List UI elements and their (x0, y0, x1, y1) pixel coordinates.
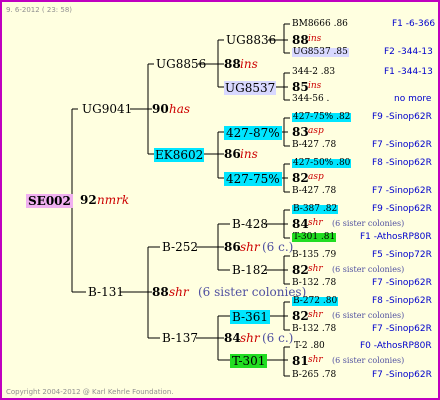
g5-1-breed: ins (308, 34, 322, 44)
sire-year: 90 (152, 102, 169, 116)
g5-4a-id: 427-50% .80 (292, 158, 352, 168)
g5-4-breed: asp (308, 172, 324, 182)
g4-5-id: B-428 (232, 217, 268, 231)
g5-5-code: F9 -Sinop62R (372, 204, 432, 214)
g5-1-year: 88 (292, 33, 309, 47)
g5-3b-id: B-427 .78 (292, 140, 337, 150)
g3-d-id: B-137 (162, 331, 198, 345)
g3-c-sisters: (6 c.) (262, 240, 294, 254)
g4-1-id: UG8836 (226, 33, 277, 47)
g5-8b-id: B-265 .78 (292, 370, 337, 380)
g3-b-year: 86 (224, 147, 241, 161)
g3-c-id: B-252 (162, 240, 198, 254)
g5-5-breed: shr (308, 218, 323, 228)
g5-4-year: 82 (292, 171, 309, 185)
dam-id: B-131 (88, 285, 124, 299)
g5-1b-code: F2 -344-13 (384, 47, 433, 57)
g5-6a-id: B-135 .79 (292, 250, 337, 260)
g5-4b-id: B-427 .78 (292, 186, 337, 196)
g3-c-breed: shr (240, 240, 260, 254)
g5-1b-id: UG8537 .85 (292, 47, 349, 57)
g5-8-breed: shr (308, 355, 323, 365)
g5-1-code: F1 -6-366 (392, 19, 436, 29)
dam-year: 88 (152, 285, 169, 299)
g5-3-code: F9 -Sinop62R (372, 112, 432, 122)
g3-a-id: UG8856 (156, 57, 207, 71)
pedigree-frame: 9. 6-2012 ( 23: 58) SE002 92 nmrk UG9041… (0, 0, 440, 400)
g5-2b-code: no more (394, 94, 432, 104)
dam-sisters: (6 sister colonies) (198, 285, 307, 299)
g3-d-sisters: (6 c.) (262, 331, 294, 345)
g5-2-breed: ins (308, 81, 322, 91)
g5-6-code: F5 -Sinop72R (372, 250, 432, 260)
g3-c-year: 86 (224, 240, 241, 254)
g3-a-year: 88 (224, 57, 241, 71)
g5-2-code: F1 -344-13 (384, 67, 433, 77)
g5-4-code: F8 -Sinop62R (372, 158, 432, 168)
g5-5b-id: T-301 .81 (292, 232, 337, 242)
date-header: 9. 6-2012 ( 23: 58) (6, 6, 73, 14)
g5-3a-id: 427-75% .82 (292, 112, 352, 122)
g5-5-sisters: (6 sister colonies) (332, 219, 405, 228)
g5-6-sisters: (6 sister colonies) (332, 265, 405, 274)
g4-6-id: B-182 (232, 263, 268, 277)
g5-2a-id: 344-2 .83 (292, 67, 336, 77)
g5-3-year: 83 (292, 125, 309, 139)
g5-5-year: 84 (292, 217, 309, 231)
root-queen-id: SE002 (26, 194, 73, 208)
g5-7-breed: shr (308, 310, 323, 320)
g5-5a-id: B-387 .82 (292, 204, 339, 214)
g5-7-sisters: (6 sister colonies) (332, 311, 405, 320)
g5-6b-code: F7 -Sinop62R (372, 278, 432, 288)
g5-5b-code: F1 -AthosRP80R (360, 232, 432, 242)
g4-7-id: B-361 (230, 310, 270, 324)
dam-breed: shr (169, 285, 189, 299)
g5-6-breed: shr (308, 264, 323, 274)
g5-7-year: 82 (292, 309, 309, 323)
g5-8-code: F0 -AthosRP80R (360, 341, 432, 351)
sire-id: UG9041 (82, 102, 133, 116)
g3-b-id: EK8602 (154, 148, 205, 162)
g5-6b-id: B-132 .78 (292, 278, 337, 288)
g5-2b-id: 344-56 . (292, 94, 330, 104)
g4-4-id: 427-75% (224, 172, 282, 186)
g5-8b-code: F7 -Sinop62R (372, 370, 432, 380)
g5-7a-id: B-272 .80 (292, 296, 339, 306)
g4-2-id: UG8537 (224, 81, 277, 95)
g3-d-breed: shr (240, 331, 260, 345)
g4-8-id: T-301 (230, 354, 268, 368)
g3-b-breed: ins (240, 147, 258, 161)
g5-8a-id: T-2 .80 (294, 341, 325, 351)
g5-3b-code: F7 -Sinop62R (372, 140, 432, 150)
g5-4b-code: F7 -Sinop62R (372, 186, 432, 196)
g5-8-year: 81 (292, 354, 309, 368)
g5-6-year: 82 (292, 263, 309, 277)
copyright-footer: Copyright 2004-2012 @ Karl Kehrle Founda… (6, 388, 174, 396)
g3-a-breed: ins (240, 57, 258, 71)
g5-3-breed: asp (308, 126, 324, 136)
g5-7b-id: B-132 .78 (292, 324, 337, 334)
g5-8-sisters: (6 sister colonies) (332, 356, 405, 365)
g4-3-id: 427-87% (224, 126, 282, 140)
root-year: 92 (80, 193, 97, 207)
g5-2-year: 85 (292, 80, 309, 94)
g5-7-code: F8 -Sinop62R (372, 296, 432, 306)
g5-1a-id: BM8666 .86 (292, 19, 348, 29)
sire-breed: has (169, 102, 191, 116)
g5-7b-code: F7 -Sinop62R (372, 324, 432, 334)
g3-d-year: 84 (224, 331, 241, 345)
root-breed: nmrk (97, 193, 130, 207)
